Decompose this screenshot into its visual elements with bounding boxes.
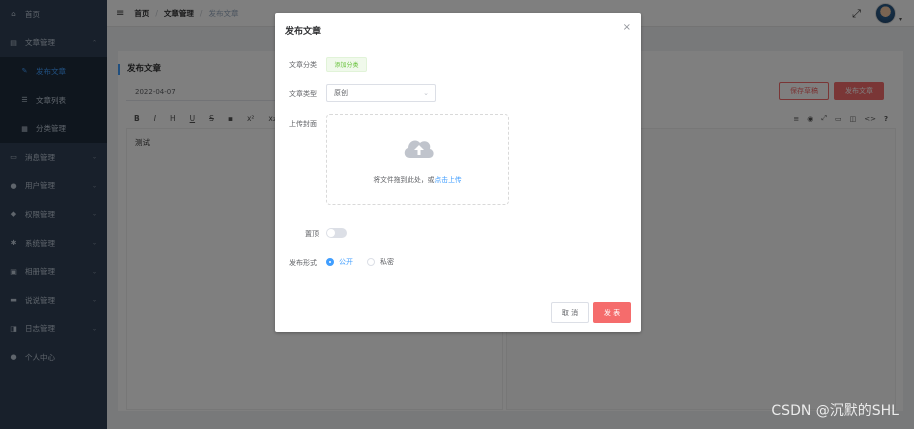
- radio-public-circle[interactable]: [326, 258, 334, 266]
- category-label: 文章分类: [289, 61, 317, 69]
- radio-private[interactable]: 私密: [367, 257, 394, 267]
- upload-click-link[interactable]: 点击上传: [434, 176, 461, 184]
- watermark: CSDN @沉默的SHL: [771, 403, 899, 419]
- top-switch[interactable]: [326, 228, 347, 238]
- radio-private-label: 私密: [380, 258, 394, 266]
- cover-label: 上传封面: [289, 120, 317, 128]
- chevron-down-icon: ⌄: [423, 89, 429, 97]
- publish-dialog: 发布文章 × 文章分类 添加分类 文章类型 原创 ⌄ 上传封面 将文件拖到此处，…: [275, 13, 641, 332]
- top-label: 置顶: [305, 230, 319, 238]
- add-category-button[interactable]: 添加分类: [326, 57, 367, 72]
- publish-form-label: 发布形式: [289, 259, 317, 267]
- cloud-upload-icon: [404, 140, 434, 158]
- radio-private-circle[interactable]: [367, 258, 375, 266]
- type-select-value: 原创: [334, 89, 348, 97]
- type-label: 文章类型: [289, 90, 317, 98]
- radio-public-label: 公开: [339, 258, 353, 266]
- cancel-button[interactable]: 取 消: [551, 302, 589, 323]
- upload-hint: 将文件拖到此处，或点击上传: [327, 174, 508, 184]
- submit-button[interactable]: 发 表: [593, 302, 631, 323]
- dialog-title: 发布文章: [285, 27, 322, 37]
- cover-upload-area[interactable]: 将文件拖到此处，或点击上传: [326, 114, 509, 205]
- close-icon[interactable]: ×: [623, 22, 631, 33]
- radio-public[interactable]: 公开: [326, 257, 353, 267]
- upload-hint-text: 将文件拖到此处，或: [373, 176, 435, 184]
- type-select[interactable]: 原创 ⌄: [326, 84, 436, 102]
